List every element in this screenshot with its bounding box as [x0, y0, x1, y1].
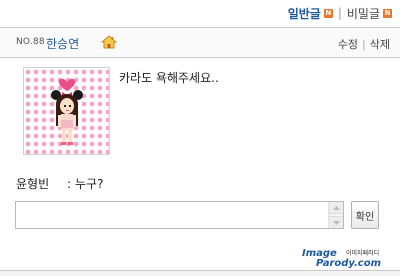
post-author[interactable]: 한승연 [46, 35, 79, 52]
comment-input[interactable] [16, 202, 328, 228]
board-tabs: 일반글 N | 비밀글 N [288, 4, 392, 22]
comment-scrollbar[interactable] [328, 202, 343, 228]
action-separator: | [362, 37, 366, 51]
edit-button[interactable]: 수정 [338, 36, 358, 52]
tab-general[interactable]: 일반글 N [288, 5, 333, 22]
submit-comment-button[interactable]: 확인 [351, 201, 379, 229]
scroll-up-icon[interactable] [329, 202, 343, 214]
new-badge-icon: N [323, 8, 333, 18]
bottom-divider [0, 270, 400, 276]
comment-item: 윤형빈 : 누구? [16, 175, 103, 192]
avatar [23, 67, 110, 155]
avatar-image [24, 68, 109, 154]
comment-input-box [15, 201, 344, 229]
watermark-logo: Image 이미지패러디 Parody.com [302, 248, 381, 268]
new-badge-icon: N [383, 8, 392, 18]
comment-text: : 누구? [67, 177, 104, 191]
svg-text:이미지패러디: 이미지패러디 [346, 249, 379, 257]
post-header: NO.88 한승연 수정 | 삭제 [0, 27, 400, 58]
post-number: NO.88 [16, 37, 45, 47]
tab-separator: | [337, 6, 342, 20]
delete-button[interactable]: 삭제 [370, 36, 390, 52]
post-actions: 수정 | 삭제 [338, 36, 390, 52]
post-content: 카라도 욕해주세요.. [119, 71, 219, 85]
svg-text:Parody.com: Parody.com [316, 258, 381, 268]
tab-secret[interactable]: 비밀글 N [347, 5, 392, 22]
tab-secret-label: 비밀글 [346, 6, 380, 21]
scroll-down-icon[interactable] [329, 216, 343, 228]
tab-general-label: 일반글 [287, 6, 321, 21]
comment-author: 윤형빈 [16, 177, 50, 191]
home-icon[interactable] [101, 35, 117, 49]
